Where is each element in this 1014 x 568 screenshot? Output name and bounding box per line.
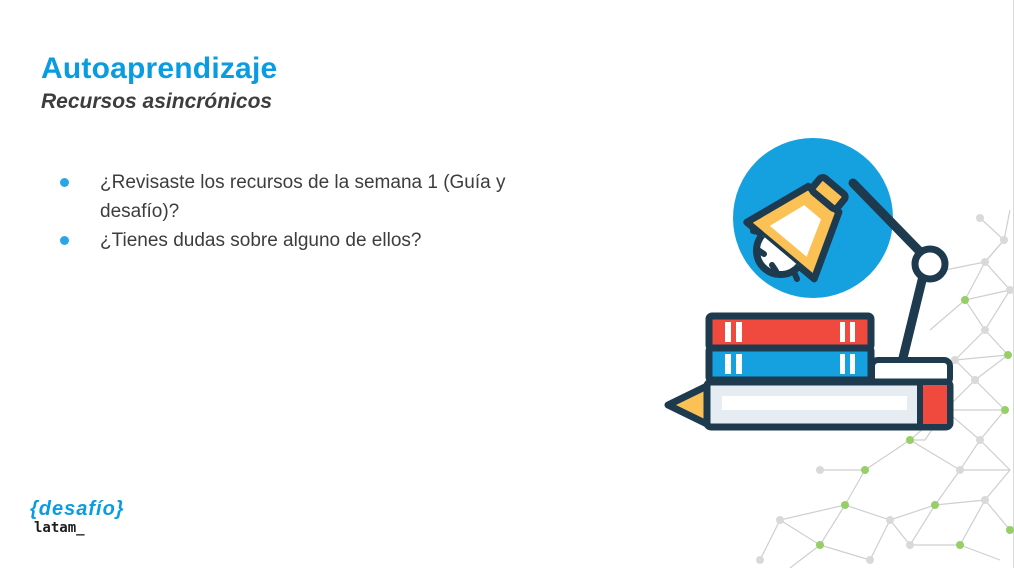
books-lamp-pencil-icon [664,138,954,431]
logo-top-text: {desafío} [30,498,125,520]
logo-bottom-text: latam_ [34,520,85,536]
illustration [664,138,1014,568]
desafio-latam-logo: {desafío} latam_ [30,498,125,536]
